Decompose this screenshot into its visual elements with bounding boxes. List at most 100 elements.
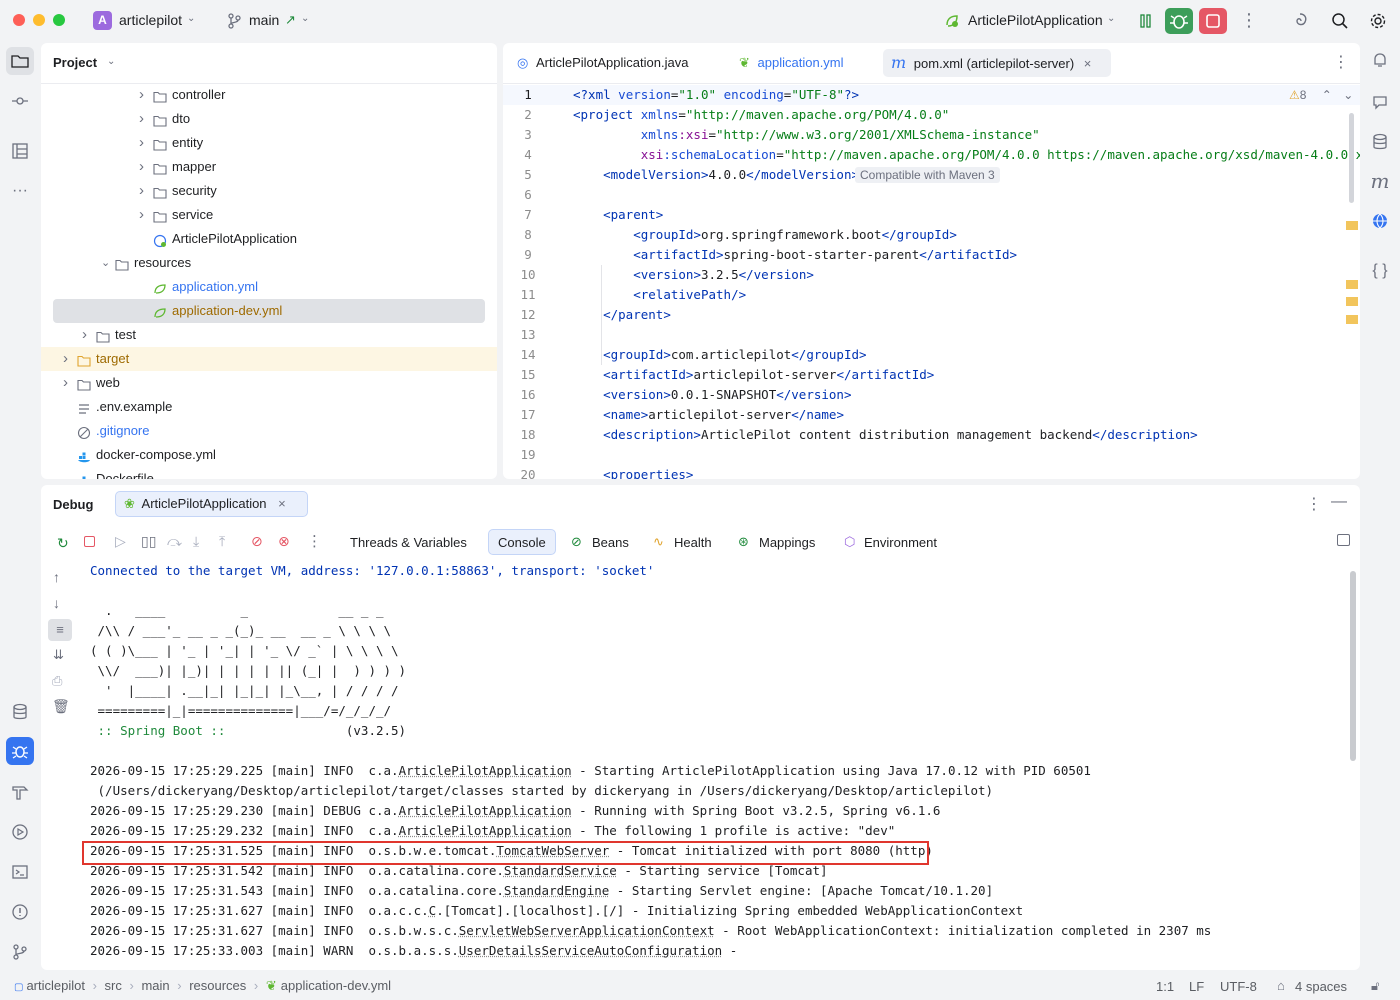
tree-item[interactable]: › service — [41, 203, 497, 227]
code-line[interactable]: 13 — [503, 325, 1360, 345]
tree-item[interactable]: Dockerfile — [41, 467, 497, 479]
tree-item[interactable]: ArticlePilotApplication — [41, 227, 497, 251]
more-vertical-icon[interactable]: ⋮ — [1333, 52, 1349, 72]
tree-item[interactable]: application-dev.yml — [41, 299, 497, 323]
inlay-hint[interactable]: Compatible with Maven 3 — [855, 167, 1000, 183]
console-line[interactable]: Connected to the target VM, address: '12… — [90, 561, 654, 581]
git-tool-button[interactable] — [6, 938, 34, 966]
chevron-right-icon[interactable]: › — [82, 323, 94, 347]
terminal-tool-button[interactable] — [6, 858, 34, 886]
step-out-icon[interactable]: ⤒ — [219, 533, 225, 550]
stop-button[interactable] — [1199, 8, 1227, 34]
console-line[interactable]: ' |____| .__|_| |_|_| |_\__, | / / / / — [90, 681, 399, 701]
code-line[interactable]: 14 <groupId>com.articlepilot</groupId> — [503, 345, 1360, 365]
chevron-right-icon[interactable]: › — [139, 155, 151, 179]
commit-tool-button[interactable] — [6, 87, 34, 115]
code-line[interactable]: 1 <?xml version="1.0" encoding="UTF-8"?> — [503, 85, 1360, 105]
code-line[interactable]: 3 xmlns:xsi="http://www.w3.org/2001/XMLS… — [503, 125, 1360, 145]
tab-mappings[interactable]: Mappings — [759, 535, 815, 550]
code-line[interactable]: 17 <name>articlepilot-server</name> — [503, 405, 1360, 425]
tree-item[interactable]: ⌄ resources — [41, 251, 497, 275]
code-line[interactable]: 10 <version>3.2.5</version> — [503, 265, 1360, 285]
debug-rerun-button[interactable] — [1165, 8, 1193, 34]
search-icon[interactable] — [1331, 12, 1349, 30]
debug-tool-button[interactable] — [6, 737, 34, 765]
tab-application-yml[interactable]: ❦ application.yml — [739, 49, 844, 77]
console-line[interactable]: 2026-09-15 17:25:31.627 [main] INFO o.s.… — [90, 921, 1211, 941]
tab-java-file[interactable]: ◎ ArticlePilotApplication.java — [517, 49, 688, 77]
caret-position[interactable]: 1:1 — [1156, 979, 1174, 994]
code-line[interactable]: 18 <description>ArticlePilot content dis… — [503, 425, 1360, 445]
code-line[interactable]: 6 — [503, 185, 1360, 205]
database-tool-button[interactable] — [6, 698, 34, 726]
code-line[interactable]: 7 <parent> — [503, 205, 1360, 225]
tab-health[interactable]: Health — [674, 535, 712, 550]
console-line[interactable]: ( ( )\___ | '_ | '_| | '_ \/ _` | \ \ \ … — [90, 641, 399, 661]
tab-beans[interactable]: Beans — [592, 535, 629, 550]
console-line[interactable]: (/Users/dickeryang/Desktop/articlepilot/… — [90, 781, 994, 801]
tree-item[interactable]: › web — [41, 371, 497, 395]
code-line[interactable]: 12 </parent> — [503, 305, 1360, 325]
breadcrumb-item[interactable]: main — [141, 978, 169, 993]
tree-item[interactable]: › entity — [41, 131, 497, 155]
mute-breakpoints-icon[interactable]: ⊗ — [278, 533, 290, 550]
console-line[interactable]: 2026-09-15 17:25:29.232 [main] INFO c.a.… — [90, 821, 895, 841]
code-line[interactable]: 4 xsi:schemaLocation="http://maven.apach… — [503, 145, 1360, 165]
tree-item[interactable]: .env.example — [41, 395, 497, 419]
database-right-tool-button[interactable] — [1366, 128, 1394, 156]
notifications-tool-button[interactable] — [1366, 46, 1394, 74]
layout-settings-icon[interactable] — [1337, 534, 1350, 546]
console-line[interactable]: 2026-09-15 17:25:29.225 [main] INFO c.a.… — [90, 761, 1091, 781]
minimize-window-button[interactable] — [33, 14, 45, 26]
branch-selector[interactable]: main — [249, 12, 279, 28]
warning-marker[interactable] — [1346, 221, 1358, 230]
step-over-icon[interactable]: ⤼ — [167, 533, 182, 550]
problems-tool-button[interactable] — [6, 898, 34, 926]
more-tools-icon[interactable]: ··· — [6, 177, 34, 205]
zoom-window-button[interactable] — [53, 14, 65, 26]
close-tab-icon[interactable]: × — [1084, 56, 1092, 71]
file-encoding[interactable]: UTF-8 — [1220, 979, 1257, 994]
close-window-button[interactable] — [13, 14, 25, 26]
breadcrumb-item[interactable]: resources — [189, 978, 246, 993]
code-line[interactable]: 5 <modelVersion>4.0.0</modelVersion>Comp… — [503, 165, 1360, 185]
breadcrumb-item[interactable]: application-dev.yml — [281, 978, 391, 993]
tree-item[interactable]: › test — [41, 323, 497, 347]
breadcrumb-item[interactable]: articlepilot — [26, 978, 85, 993]
ai-assistant-icon[interactable] — [1291, 12, 1309, 30]
chevron-down-icon[interactable]: ⌄ — [101, 251, 113, 275]
json-icon[interactable]: { } — [1366, 257, 1394, 285]
tree-item[interactable]: › mapper — [41, 155, 497, 179]
lock-icon[interactable]: 🔓︎ — [1371, 978, 1379, 994]
close-tab-icon[interactable]: × — [278, 496, 286, 511]
tree-item[interactable]: › controller — [41, 83, 497, 107]
chevron-right-icon[interactable]: › — [63, 347, 75, 371]
pause-icon[interactable]: ▯▯ — [141, 533, 156, 550]
tree-item[interactable]: application.yml — [41, 275, 497, 299]
project-tool-button[interactable] — [6, 47, 34, 75]
tree-item[interactable]: › security — [41, 179, 497, 203]
settings-icon[interactable] — [1369, 12, 1387, 30]
endpoints-tool-button[interactable] — [1366, 207, 1394, 235]
resume-icon[interactable]: ▷ — [115, 533, 126, 550]
more-vertical-icon[interactable]: ⋮ — [1306, 494, 1322, 514]
console-scrollbar[interactable] — [1350, 571, 1356, 761]
tree-item[interactable]: .gitignore — [41, 419, 497, 443]
tree-item[interactable]: › dto — [41, 107, 497, 131]
console-output[interactable]: Connected to the target VM, address: '12… — [41, 561, 1341, 970]
code-line[interactable]: 8 <groupId>org.springframework.boot</gro… — [503, 225, 1360, 245]
structure-tool-button[interactable] — [6, 137, 34, 165]
code-line[interactable]: 20 <properties> — [503, 465, 1360, 479]
chevron-right-icon[interactable]: › — [139, 179, 151, 203]
code-line[interactable]: 15 <artifactId>articlepilot-server</arti… — [503, 365, 1360, 385]
console-line[interactable]: . ____ _ __ _ _ — [90, 601, 383, 621]
breadcrumb-item[interactable]: src — [105, 978, 122, 993]
console-line[interactable]: 2026-09-15 17:25:33.003 [main] WARN o.s.… — [90, 941, 737, 961]
code-line[interactable]: 16 <version>0.0.1-SNAPSHOT</version> — [503, 385, 1360, 405]
code-line[interactable]: 19 — [503, 445, 1360, 465]
build-tool-button[interactable] — [6, 778, 34, 806]
rerun-icon[interactable]: ↻ — [57, 535, 69, 552]
tree-item[interactable]: docker-compose.yml — [41, 443, 497, 467]
console-line[interactable]: =========|_|==============|___/=/_/_/_/ — [90, 701, 392, 721]
maven-icon[interactable]: m — [1366, 167, 1394, 195]
